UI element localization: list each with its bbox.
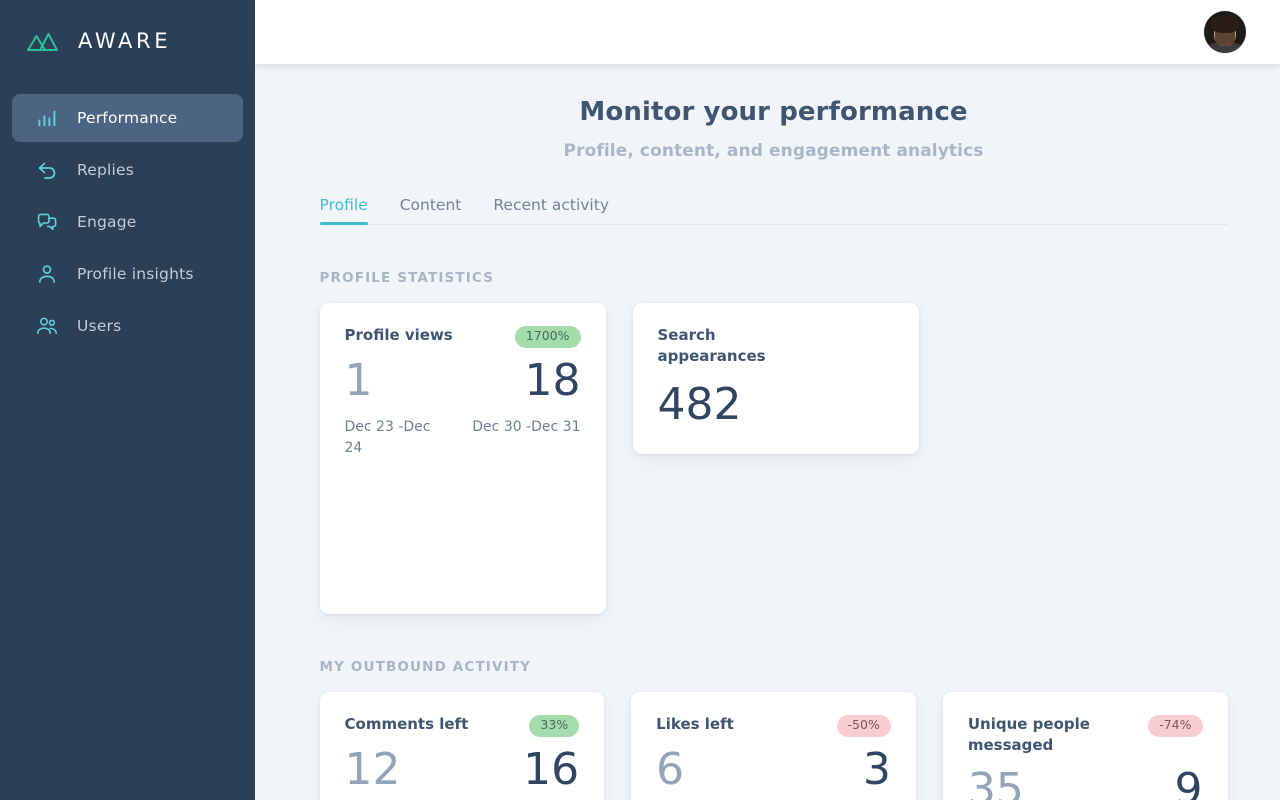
previous-value: 35 <box>967 763 1024 800</box>
card-values: 1 18 <box>344 354 581 407</box>
card-search-appearances[interactable]: Search appearances 482 <box>632 303 919 454</box>
section-label-profile-statistics: PROFILE STATISTICS <box>319 270 495 286</box>
page-subtitle: Profile, content, and engagement analyti… <box>563 141 984 161</box>
previous-value: 6 <box>656 743 685 795</box>
card-likes-left[interactable]: Likes left -50% 6 3 <box>631 692 916 800</box>
current-value: 16 <box>523 743 580 795</box>
tab-bar: Profile Content Recent activity <box>319 188 1228 225</box>
current-value: 18 <box>524 354 581 406</box>
card-profile-views[interactable]: Profile views 1700% 1 18 Dec 23 -Dec 24 … <box>319 303 606 614</box>
brand: AWARE <box>0 20 255 62</box>
outbound-activity-row: Comments left 33% 12 16 Likes left -50% <box>319 692 1228 800</box>
avatar-hair <box>1211 16 1239 33</box>
status-badge: -74% <box>1148 715 1203 737</box>
card-title: Search appearances <box>657 326 766 366</box>
card-header: Search appearances <box>658 325 894 368</box>
current-value: 9 <box>1174 763 1203 800</box>
page-title: Monitor your performance <box>579 97 968 127</box>
reply-arrow-icon <box>36 159 58 181</box>
current-value: 482 <box>657 378 742 430</box>
tab-profile[interactable]: Profile <box>319 197 368 225</box>
card-title: Likes left <box>656 715 734 733</box>
sidebar-item-engage[interactable]: Engage <box>12 198 243 246</box>
card-values: 6 3 <box>656 743 891 796</box>
card-comments-left[interactable]: Comments left 33% 12 16 <box>319 692 605 800</box>
card-header: Likes left -50% <box>656 714 891 737</box>
status-badge: -50% <box>836 715 891 737</box>
avatar[interactable] <box>1204 11 1246 53</box>
sidebar-item-label: Performance <box>77 109 178 127</box>
sidebar-item-label: Replies <box>77 161 135 179</box>
avatar-beard <box>1215 31 1235 46</box>
card-values: 12 16 <box>344 743 580 796</box>
chat-bubbles-icon <box>36 211 58 233</box>
card-header: Profile views 1700% <box>345 325 581 348</box>
person-icon <box>36 263 58 285</box>
bar-chart-icon <box>36 107 58 129</box>
people-icon <box>36 315 58 337</box>
tab-content[interactable]: Content <box>400 197 462 225</box>
card-values: 35 9 <box>967 763 1203 800</box>
app-root: AWARE Performance Replies Engage Profile… <box>0 0 1280 800</box>
card-title: Unique people messaged <box>967 715 1090 755</box>
card-title: Profile views <box>344 326 453 344</box>
current-value: 3 <box>862 743 891 795</box>
sidebar-item-label: Engage <box>77 213 137 231</box>
tab-recent-activity[interactable]: Recent activity <box>493 197 609 225</box>
card-header: Unique people messaged -74% <box>968 714 1203 757</box>
brand-name: AWARE <box>78 28 172 53</box>
sidebar-item-performance[interactable]: Performance <box>12 94 243 142</box>
sidebar-item-users[interactable]: Users <box>12 302 243 350</box>
previous-value: 12 <box>344 743 401 795</box>
card-values: 482 <box>657 378 894 431</box>
card-unique-people-messaged[interactable]: Unique people messaged -74% 35 9 <box>942 692 1228 800</box>
topbar <box>255 0 1280 64</box>
sidebar-item-profile-insights[interactable]: Profile insights <box>12 250 243 298</box>
previous-value: 1 <box>344 354 373 406</box>
mountain-logo-icon <box>26 28 60 54</box>
sidebar-item-label: Users <box>77 317 122 335</box>
status-badge: 33% <box>529 715 580 737</box>
sidebar-nav: Performance Replies Engage Profile insig… <box>0 94 255 350</box>
card-header: Comments left 33% <box>345 714 580 737</box>
sidebar: AWARE Performance Replies Engage Profile… <box>0 0 255 800</box>
status-badge: 1700% <box>514 326 581 348</box>
profile-statistics-row: Profile views 1700% 1 18 Dec 23 -Dec 24 … <box>319 303 1228 614</box>
main-region: Monitor your performance Profile, conten… <box>255 0 1280 800</box>
sidebar-item-replies[interactable]: Replies <box>12 146 243 194</box>
content-area: Monitor your performance Profile, conten… <box>255 64 1280 800</box>
sidebar-item-label: Profile insights <box>77 265 194 283</box>
card-title: Comments left <box>344 715 469 733</box>
